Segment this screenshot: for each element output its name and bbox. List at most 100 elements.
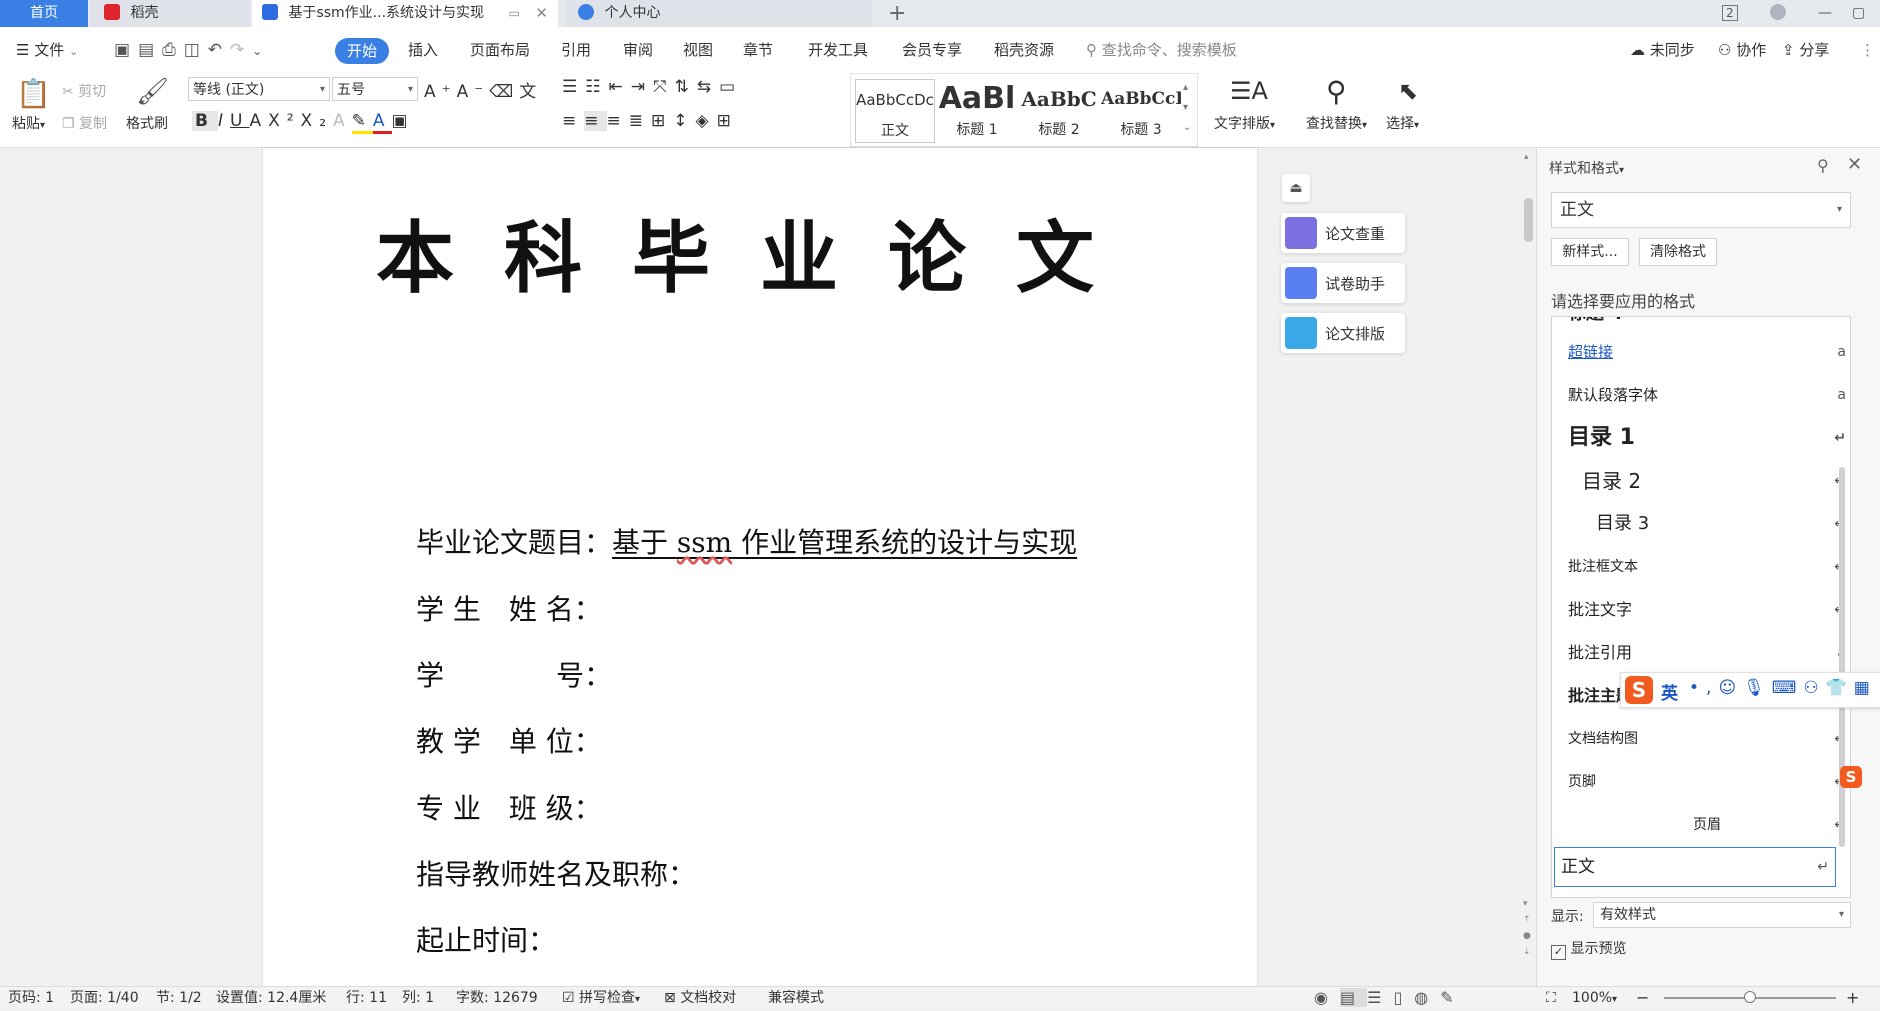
zoom-in-button[interactable]: + [1846,987,1859,1009]
font-color-icon[interactable]: A [372,111,392,134]
spell-check-button[interactable]: ☑ 拼写检查▾ [562,987,640,1011]
superscript-icon[interactable]: X² [268,111,300,131]
proofread-button[interactable]: ⊠ 文档校对 [664,987,736,1009]
close-panel-icon[interactable]: ✕ [1847,154,1862,175]
borders-icon[interactable]: ⊞ [717,111,739,131]
copy-button[interactable]: ❐ 复制 [62,113,107,133]
style-heading-1[interactable]: AaBl 标题 1 [937,79,1017,143]
find-replace-button[interactable]: 查找替换▾ [1306,113,1367,133]
collapse-toolbar-icon[interactable]: ⏏ [1282,174,1310,202]
avatar[interactable] [1770,0,1794,27]
font-size-select[interactable]: 五号 ▾ [332,77,418,101]
text-layout-icon[interactable]: ☰A [1230,77,1268,105]
read-view-icon[interactable]: ▯ [1393,988,1414,1007]
zoom-select[interactable]: 100%▾ [1572,987,1617,1011]
phonetic-icon[interactable]: 文 [519,82,542,102]
underline-icon[interactable]: U [230,111,249,131]
clear-format-icon[interactable]: ⌫ [489,82,519,102]
text-layout-button[interactable]: 文字排版▾ [1214,113,1275,133]
keyboard-icon[interactable]: ⌨ [1772,678,1804,698]
line-spacing-icon[interactable]: ↕ [673,111,695,131]
new-tab-button[interactable]: + [888,0,916,27]
cut-button[interactable]: ✂ 剪切 [62,81,106,101]
sync-status[interactable]: ☁ 未同步 [1630,27,1695,73]
tab-review[interactable]: 审阅 [623,27,653,73]
export-pdf-icon[interactable]: ▤ [138,40,162,60]
sogou-logo-icon[interactable]: S [1625,676,1653,704]
tab-insert[interactable]: 插入 [408,27,438,73]
bold-icon[interactable]: B [192,111,218,131]
status-section[interactable]: 节: 1/2 [156,987,202,1009]
fit-page-icon[interactable]: ⛶ [1546,987,1556,1009]
page-nav-icons[interactable]: ▾ ⇡ ● ⇣ [1523,896,1531,960]
paste-icon[interactable]: 📋 [16,77,51,110]
style-item-header[interactable]: 页眉↵ [1568,804,1846,846]
align-left-icon[interactable]: ≡ [562,111,584,131]
share-button[interactable]: ⇪ 分享 [1782,27,1829,73]
microphone-icon[interactable]: 🎙 [1743,678,1772,698]
style-item-toc2[interactable]: 目录 2↵ [1568,460,1846,502]
eye-protect-icon[interactable]: ◉ [1314,988,1340,1007]
status-pages[interactable]: 页面: 1/40 [70,987,139,1009]
skin-icon[interactable]: 👕 [1826,678,1854,698]
highlight-icon[interactable]: ✎ [351,111,373,134]
undo-icon[interactable]: ↶ [208,40,230,60]
strikethrough-text-icon[interactable]: A [249,111,268,131]
style-normal[interactable]: AaBbCcDc 正文 [855,79,935,143]
vertical-scrollbar[interactable]: ▴ ▾ ⇡ ● ⇣ [1520,148,1536,986]
show-preview-checkbox[interactable]: ✓ 显示预览 [1551,938,1626,960]
web-view-icon[interactable]: ◍ [1414,988,1440,1007]
exam-assistant-button[interactable]: 试卷助手 [1281,263,1405,303]
maximize-button[interactable]: ▢ [1852,0,1872,27]
page-view-icon[interactable]: ▤ [1339,988,1368,1007]
style-list-scrollbar[interactable] [1839,467,1845,847]
style-item-toc1[interactable]: 目录 1 ↵ [1568,417,1846,459]
clear-format-button[interactable]: 清除格式 [1639,238,1717,266]
style-item-doc-map[interactable]: 文档结构图↵ [1568,718,1846,760]
tab-developer[interactable]: 开发工具 [808,27,868,73]
command-search[interactable]: ⚲ 查找命令、搜索模板 [1086,27,1237,73]
subscript-icon[interactable]: X₂ [301,111,333,131]
char-border-icon[interactable]: ▣ [392,111,415,131]
print-preview-icon[interactable]: ◫ [184,40,208,60]
sort-icon[interactable]: ⇅ [675,77,697,97]
shading-icon[interactable]: ◈ [696,111,717,131]
more-chevron-icon[interactable]: ⌄ [252,44,270,58]
style-item-comment-ref[interactable]: 批注引用a [1568,632,1846,674]
tab-home[interactable]: 首页 [0,0,88,27]
style-item-footer[interactable]: 页脚↵ [1568,761,1846,803]
ime-lang-toggle[interactable]: 英 [1661,679,1678,704]
bullet-list-icon[interactable]: ☰ [562,77,585,97]
tab-start[interactable]: 开始 [335,38,390,64]
write-mode-icon[interactable]: ✎ [1440,988,1465,1007]
print-icon[interactable]: ⎙ [162,40,184,60]
align-center-icon[interactable]: ≡ [584,111,607,131]
paste-button[interactable]: 粘贴▾ [12,113,45,133]
close-tab-icon[interactable]: ✕ [535,0,548,27]
cursor-icon[interactable]: ⬉ [1398,77,1418,105]
format-painter-icon[interactable]: 🖌 [136,77,169,107]
tab-references[interactable]: 引用 [561,27,591,73]
increase-indent-icon[interactable]: ⇥ [631,77,653,97]
ruler-icon[interactable]: ▭ [719,77,743,97]
current-style-select[interactable]: 正文 ▾ [1551,192,1851,228]
shrink-font-icon[interactable]: A⁻ [457,82,490,102]
tab-docer[interactable]: 稻壳 [90,0,250,27]
tab-view[interactable]: 视图 [683,27,713,73]
status-col[interactable]: 列: 1 [402,987,434,1009]
style-item-hyperlink[interactable]: 超链接 a [1568,331,1846,373]
show-filter-select[interactable]: 有效样式 ▾ [1593,902,1851,928]
format-painter-button[interactable]: 格式刷 [126,113,168,133]
status-page-code[interactable]: 页码: 1 [8,987,54,1009]
emoji-icon[interactable]: ☺ [1718,678,1743,698]
tab-page-layout[interactable]: 页面布局 [470,27,530,73]
show-marks-icon[interactable]: ⇆ [697,77,719,97]
style-heading-2[interactable]: AaBbC 标题 2 [1019,79,1099,143]
tab-chapter[interactable]: 章节 [743,27,773,73]
zoom-slider-thumb[interactable] [1744,991,1756,1003]
style-item-default-font[interactable]: 默认段落字体 a [1568,374,1846,416]
ime-user-icon[interactable]: ⚇ [1803,678,1825,698]
scrollbar-thumb[interactable] [1524,198,1533,242]
punctuation-icon[interactable]: •, [1689,678,1718,698]
outline-view-icon[interactable]: ☰ [1367,988,1393,1007]
